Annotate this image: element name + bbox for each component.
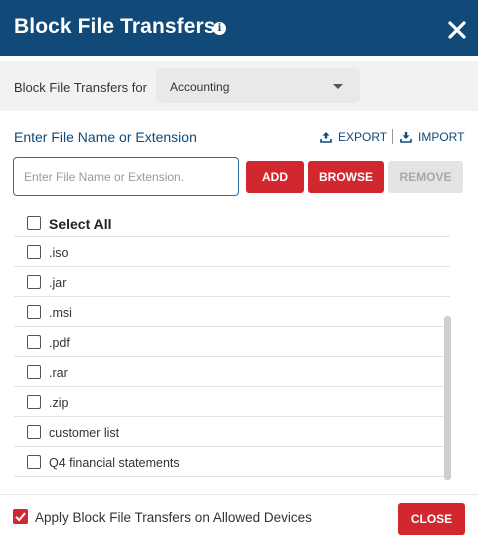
info-icon[interactable]: i [213,22,226,35]
item-checkbox[interactable] [27,305,41,319]
item-label: .rar [49,366,68,380]
chevron-down-icon [333,84,343,89]
close-button[interactable]: CLOSE [398,503,465,535]
list-scrollbar[interactable] [444,316,451,480]
list-item[interactable]: .pdf [14,327,450,357]
group-select[interactable]: Accounting [156,68,360,103]
item-checkbox[interactable] [27,245,41,259]
export-label: EXPORT [338,130,388,144]
import-button[interactable]: IMPORT [400,130,464,144]
divider [392,129,393,144]
list-item[interactable]: .iso [14,237,450,267]
item-label: Q4 financial statements [49,456,180,470]
item-checkbox[interactable] [27,365,41,379]
list-item[interactable]: Q4 financial statements [14,447,450,477]
item-checkbox[interactable] [27,425,41,439]
list-item[interactable]: .jar [14,267,450,297]
item-checkbox[interactable] [27,335,41,349]
apply-label: Apply Block File Transfers on Allowed De… [35,510,312,525]
item-checkbox[interactable] [27,275,41,289]
footer-divider [0,494,478,495]
item-label: .pdf [49,336,70,350]
close-icon[interactable] [447,20,467,40]
section-label: Enter File Name or Extension [14,129,197,145]
import-label: IMPORT [418,130,465,144]
select-all-label: Select All [49,216,112,232]
item-label: .msi [49,306,72,320]
item-label: customer list [49,426,120,440]
item-checkbox[interactable] [27,395,41,409]
list-item[interactable]: .zip [14,387,450,417]
upload-icon [320,132,332,143]
filter-label: Block File Transfers for [14,80,147,95]
checkmark-icon [15,512,26,522]
export-button[interactable]: EXPORT [320,130,387,144]
remove-button: REMOVE [388,161,463,193]
download-icon [400,132,412,143]
list-item[interactable]: .rar [14,357,450,387]
select-all-row[interactable]: Select All [14,208,450,237]
dialog-header: Block File Transfers i [0,0,478,56]
list-item[interactable]: customer list [14,417,450,447]
filter-bar: Block File Transfers for Accounting [0,61,478,111]
group-select-value: Accounting [170,80,230,94]
file-list: Select All .iso .jar .msi .pdf .rar .zip… [14,208,450,480]
add-button[interactable]: ADD [246,161,304,193]
list-item[interactable]: .msi [14,297,450,327]
item-label: .iso [49,246,69,260]
file-name-input[interactable] [13,157,239,196]
item-label: .zip [49,396,69,410]
browse-button[interactable]: BROWSE [308,161,384,193]
item-label: .jar [49,276,67,290]
checkbox-checked [13,509,28,524]
item-checkbox[interactable] [27,455,41,469]
select-all-checkbox[interactable] [27,216,41,230]
dialog-title: Block File Transfers [14,15,216,38]
